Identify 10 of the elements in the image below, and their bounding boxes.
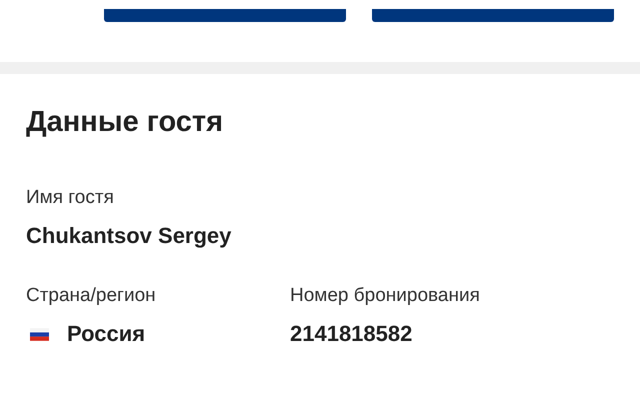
button[interactable] [372, 9, 614, 22]
section-title: Данные гостя [26, 106, 224, 139]
button[interactable] [104, 9, 346, 22]
field-label: Страна/регион [26, 285, 157, 307]
field-value: 2141818582 [290, 321, 414, 347]
field-label: Имя гостя [26, 187, 115, 209]
field-label: Номер бронирования [290, 285, 481, 307]
russia-flag-icon [30, 328, 49, 340]
field-value: Chukantsov Sergey [26, 223, 232, 249]
field-value: Россия [67, 321, 146, 347]
